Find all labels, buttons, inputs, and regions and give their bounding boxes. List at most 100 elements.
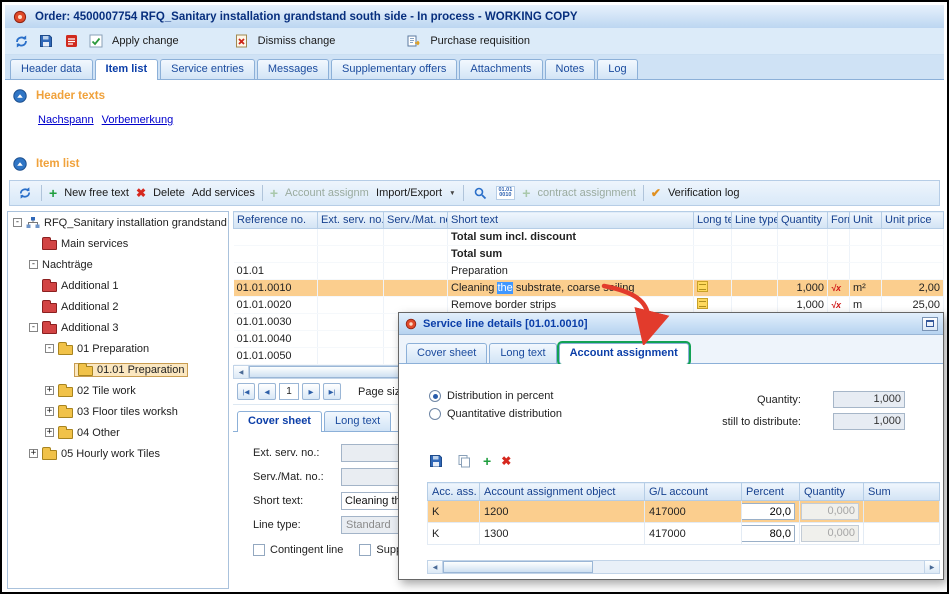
col-account-assignment-object[interactable]: Account assignment object <box>480 483 645 501</box>
renumber-button[interactable]: 01.01 0010 <box>496 186 516 200</box>
refresh-button[interactable] <box>12 32 30 50</box>
expander-icon[interactable]: + <box>45 407 54 416</box>
scroll-right-icon[interactable]: ▶ <box>924 561 939 573</box>
tab-log[interactable]: Log <box>597 59 637 79</box>
new-free-text-icon[interactable]: + <box>49 187 57 199</box>
tree-item-label[interactable]: 01 Preparation <box>77 343 149 355</box>
collapse-section-icon[interactable] <box>11 87 29 105</box>
tree-item-additional-3[interactable]: - Additional 3 <box>8 317 228 338</box>
expander-icon[interactable]: - <box>45 344 54 353</box>
prev-page-button[interactable]: ◀ <box>258 383 276 400</box>
radio-quantitative-distribution[interactable] <box>429 408 441 420</box>
delete-row-button[interactable]: ✖ <box>501 455 511 467</box>
tree-item-label[interactable]: Main services <box>61 238 128 250</box>
link-vorbemerkung[interactable]: Vorbemerkung <box>102 114 174 126</box>
tree-item-03-floor-tiles[interactable]: + 03 Floor tiles worksh <box>8 401 228 422</box>
export-pdf-button[interactable] <box>62 32 80 50</box>
tree-item-label[interactable]: RFQ_Sanitary installation grandstand sou… <box>44 217 228 229</box>
purchase-requisition-button[interactable]: Purchase requisition <box>430 35 530 47</box>
tree-item-nachtraege[interactable]: - Nachträge <box>8 254 228 275</box>
table-row[interactable]: Total sum <box>234 246 944 263</box>
account-row-selected[interactable]: K 1200 417000 0,000 <box>428 501 940 523</box>
quantitative-distribution-option[interactable]: Quantitative distribution <box>429 408 562 420</box>
collapse-section-icon[interactable] <box>11 155 29 173</box>
col-gl-account[interactable]: G/L account <box>645 483 742 501</box>
preview-button[interactable] <box>471 184 489 202</box>
tree-item-root[interactable]: - RFQ_Sanitary installation grandstand s… <box>8 212 228 233</box>
tree-item-label[interactable]: 01.01 Preparation <box>97 364 184 376</box>
table-row[interactable]: 01.01 Preparation <box>234 263 944 280</box>
distribution-percent-option[interactable]: Distribution in percent <box>429 390 553 402</box>
radio-distribution-percent[interactable] <box>429 390 441 402</box>
tab-item-list[interactable]: Item list <box>95 59 159 80</box>
tree-item-label[interactable]: Additional 1 <box>61 280 119 292</box>
current-page-box[interactable]: 1 <box>279 383 299 400</box>
tab-header-data[interactable]: Header data <box>10 59 93 79</box>
expander-icon[interactable]: - <box>29 323 38 332</box>
table-row-selected[interactable]: 01.01.0010 Cleaning the substrate, coars… <box>234 280 944 297</box>
scroll-left-icon[interactable]: ◀ <box>234 366 249 378</box>
col-sum[interactable]: Sum <box>864 483 940 501</box>
dismiss-change-button[interactable]: Dismiss change <box>258 35 336 47</box>
tree-item-main-services[interactable]: Main services <box>8 233 228 254</box>
next-page-button[interactable]: ▶ <box>302 383 320 400</box>
copy-button[interactable] <box>455 452 473 470</box>
tree-item-label[interactable]: Additional 3 <box>61 322 119 334</box>
col-form[interactable]: Form <box>828 212 850 229</box>
expander-icon[interactable]: + <box>45 386 54 395</box>
refresh-items-button[interactable] <box>16 184 34 202</box>
first-page-button[interactable]: |◀ <box>237 383 255 400</box>
save-button[interactable] <box>37 32 55 50</box>
contingent-line-checkbox[interactable] <box>253 544 265 556</box>
col-percent[interactable]: Percent <box>742 483 800 501</box>
expander-icon[interactable]: - <box>29 260 38 269</box>
tree-item-label[interactable]: 05 Hourly work Tiles <box>61 448 160 460</box>
long-text-note-icon[interactable] <box>697 298 708 309</box>
detail-tab-long-text[interactable]: Long text <box>324 411 391 431</box>
purchase-requisition-icon[interactable] <box>405 32 423 50</box>
save-button[interactable] <box>427 452 445 470</box>
tree-item-05-hourly-work[interactable]: + 05 Hourly work Tiles <box>8 443 228 464</box>
expander-icon[interactable]: + <box>29 449 38 458</box>
import-export-button[interactable]: Import/Export <box>376 187 442 199</box>
tree-item-02-tile-work[interactable]: + 02 Tile work <box>8 380 228 401</box>
table-row[interactable]: 01.01.0020 Remove border strips 1,000 √x… <box>234 297 944 314</box>
supplem-line-checkbox[interactable] <box>359 544 371 556</box>
dialog-titlebar[interactable]: Service line details [01.01.0010] <box>399 313 943 335</box>
add-row-button[interactable]: + <box>483 455 491 467</box>
apply-change-button[interactable]: Apply change <box>112 35 179 47</box>
tree-item-04-other[interactable]: + 04 Other <box>8 422 228 443</box>
table-row[interactable]: Total sum incl. discount <box>234 229 944 246</box>
scroll-left-icon[interactable]: ◀ <box>428 561 443 573</box>
col-acc-ass-type[interactable]: Acc. ass. Ty <box>428 483 480 501</box>
col-unit-price[interactable]: Unit price <box>882 212 944 229</box>
detail-tab-cover-sheet[interactable]: Cover sheet <box>237 411 322 432</box>
col-ext-serv-no[interactable]: Ext. serv. no. <box>318 212 384 229</box>
col-serv-mat-no[interactable]: Serv./Mat. no. <box>384 212 448 229</box>
col-long-text[interactable]: Long text <box>694 212 732 229</box>
col-short-text[interactable]: Short text <box>448 212 694 229</box>
import-export-dropdown-icon[interactable]: ▼ <box>449 190 455 197</box>
dialog-horizontal-scrollbar[interactable]: ◀ ▶ <box>427 560 940 574</box>
dismiss-change-icon[interactable] <box>233 32 251 50</box>
col-quantity[interactable]: Quantity <box>778 212 828 229</box>
tree-item-additional-2[interactable]: Additional 2 <box>8 296 228 317</box>
tab-attachments[interactable]: Attachments <box>459 59 542 79</box>
new-free-text-button[interactable]: New free text <box>64 187 129 199</box>
col-reference-no[interactable]: Reference no. <box>234 212 318 229</box>
percent-input[interactable] <box>742 525 796 542</box>
col-quantity[interactable]: Quantity <box>800 483 864 501</box>
delete-icon[interactable]: ✖ <box>136 187 146 199</box>
tree-item-label[interactable]: 04 Other <box>77 427 120 439</box>
delete-button[interactable]: Delete <box>153 187 185 199</box>
dialog-tab-cover-sheet[interactable]: Cover sheet <box>406 343 487 363</box>
long-text-note-icon[interactable] <box>697 281 708 292</box>
scrollbar-thumb[interactable] <box>443 561 593 573</box>
expander-icon[interactable]: - <box>13 218 22 227</box>
maximize-button[interactable] <box>922 317 938 331</box>
tab-notes[interactable]: Notes <box>545 59 596 79</box>
apply-change-icon[interactable] <box>87 32 105 50</box>
dialog-tab-account-assignment[interactable]: Account assignment <box>559 343 689 364</box>
tree-item-label[interactable]: 02 Tile work <box>77 385 136 397</box>
link-nachspann[interactable]: Nachspann <box>38 114 94 126</box>
